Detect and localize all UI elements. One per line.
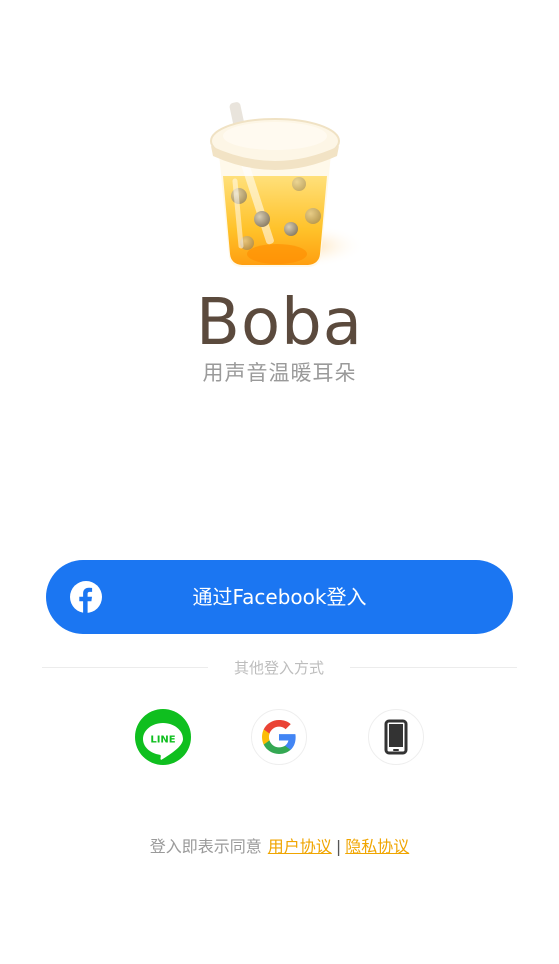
line-login-button[interactable]: LINE <box>135 709 191 765</box>
app-logo <box>210 102 365 268</box>
google-login-button[interactable] <box>251 709 307 765</box>
google-icon <box>262 720 296 754</box>
agreement-separator: | <box>335 837 342 856</box>
agreement-prefix: 登入即表示同意 <box>149 837 262 856</box>
other-login-label: 其他登入方式 <box>233 659 324 677</box>
agreement-text: 登入即表示同意 用户协议 | 隐私协议 <box>0 835 559 859</box>
divider-right <box>350 667 517 668</box>
privacy-agreement-link[interactable]: 隐私协议 <box>345 837 409 856</box>
facebook-login-button[interactable]: 通过Facebook登入 <box>46 560 513 634</box>
divider-left <box>42 667 208 668</box>
app-name: Boba <box>196 286 363 360</box>
line-icon: LINE <box>143 723 183 760</box>
facebook-login-label: 通过Facebook登入 <box>192 585 367 609</box>
user-agreement-link[interactable]: 用户协议 <box>268 837 332 856</box>
app-tagline: 用声音温暖耳朵 <box>202 361 357 385</box>
phone-icon <box>384 719 408 755</box>
phone-login-button[interactable] <box>368 709 424 765</box>
line-icon-text: LINE <box>150 735 175 746</box>
